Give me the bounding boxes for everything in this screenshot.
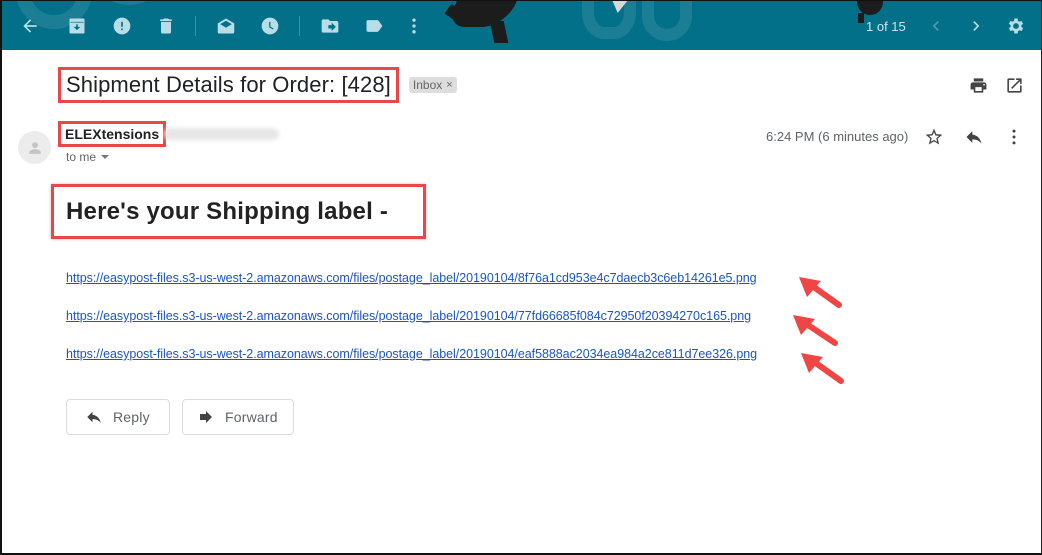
archive-icon [69,18,85,34]
recipient-text: to me [66,150,97,164]
label-icon [366,20,383,32]
archive-button[interactable] [65,14,89,38]
labels-button[interactable] [362,14,386,38]
reply-label: Reply [113,409,150,425]
forward-icon [200,411,212,423]
annotation-arrow-icon [799,277,842,308]
theme-decoration [489,21,509,43]
back-button[interactable] [18,14,42,38]
sender-name[interactable]: ELEXtensions [58,121,167,147]
shipping-label-link-1[interactable]: https://easypost-files.s3-us-west-2.amaz… [66,271,757,285]
recipient-details-toggle[interactable]: to me [66,150,110,164]
move-to-icon [321,19,339,33]
open-in-new-window-button[interactable] [1003,74,1025,96]
delete-icon [160,18,172,34]
shipping-label-link-2[interactable]: https://easypost-files.s3-us-west-2.amaz… [66,309,751,323]
person-icon [28,141,41,154]
label-chip-text: Inbox [412,78,443,92]
sender-email-blurred [164,128,279,140]
chevron-right-icon [973,21,980,31]
annotation-arrow-icon [793,315,838,346]
mark-unread-button[interactable] [214,14,238,38]
more-vertical-icon [1012,129,1016,145]
caret-down-icon [101,155,110,159]
open-in-new-window-icon [1006,77,1022,93]
email-timestamp: 6:24 PM (6 minutes ago) [766,129,909,144]
theme-decoration [94,1,164,5]
email-toolbar: 1 of 15 [2,0,1041,50]
email-subject: Shipment Details for Order: [428] [58,67,399,103]
remove-label-icon[interactable]: × [446,79,452,91]
forward-action-button[interactable]: Forward [182,399,294,435]
reply-icon [966,131,982,144]
pagination-count: 1 of 15 [866,19,906,34]
shipping-label-link-3[interactable]: https://easypost-files.s3-us-west-2.amaz… [66,347,757,361]
settings-gear-icon [1008,18,1024,34]
print-all-button[interactable] [967,74,989,96]
annotation-arrow-icon [801,353,844,384]
star-outline-icon [925,128,943,145]
back-arrow-icon [23,19,37,33]
toolbar-divider [299,16,300,36]
body-heading: Here's your Shipping label - [66,198,389,225]
older-button[interactable] [964,14,988,38]
theme-decoration [858,13,864,23]
reply-icon [87,411,101,423]
delete-button[interactable] [154,14,178,38]
inbox-label-chip[interactable]: Inbox × [408,77,457,93]
snooze-icon [261,17,279,35]
more-options-button[interactable] [1003,126,1025,148]
more-vertical-icon [412,18,416,34]
theme-decoration [582,1,636,39]
report-spam-button[interactable] [110,14,134,38]
report-spam-icon [113,17,131,35]
star-button[interactable] [923,126,945,148]
toolbar-divider [195,16,196,36]
reply-action-button[interactable]: Reply [66,399,170,435]
subject-row: Shipment Details for Order: [428] Inbox … [58,67,457,103]
reply-button[interactable] [963,126,985,148]
mark-unread-icon [217,18,235,34]
sender-avatar[interactable] [18,131,51,164]
theme-decoration [642,1,692,41]
newer-button[interactable] [924,14,948,38]
print-icon [970,77,986,93]
more-actions-button[interactable] [402,14,426,38]
move-to-button[interactable] [318,14,342,38]
snooze-button[interactable] [258,14,282,38]
settings-button[interactable] [1004,14,1028,38]
chevron-left-icon [932,21,939,31]
forward-label: Forward [225,409,278,425]
